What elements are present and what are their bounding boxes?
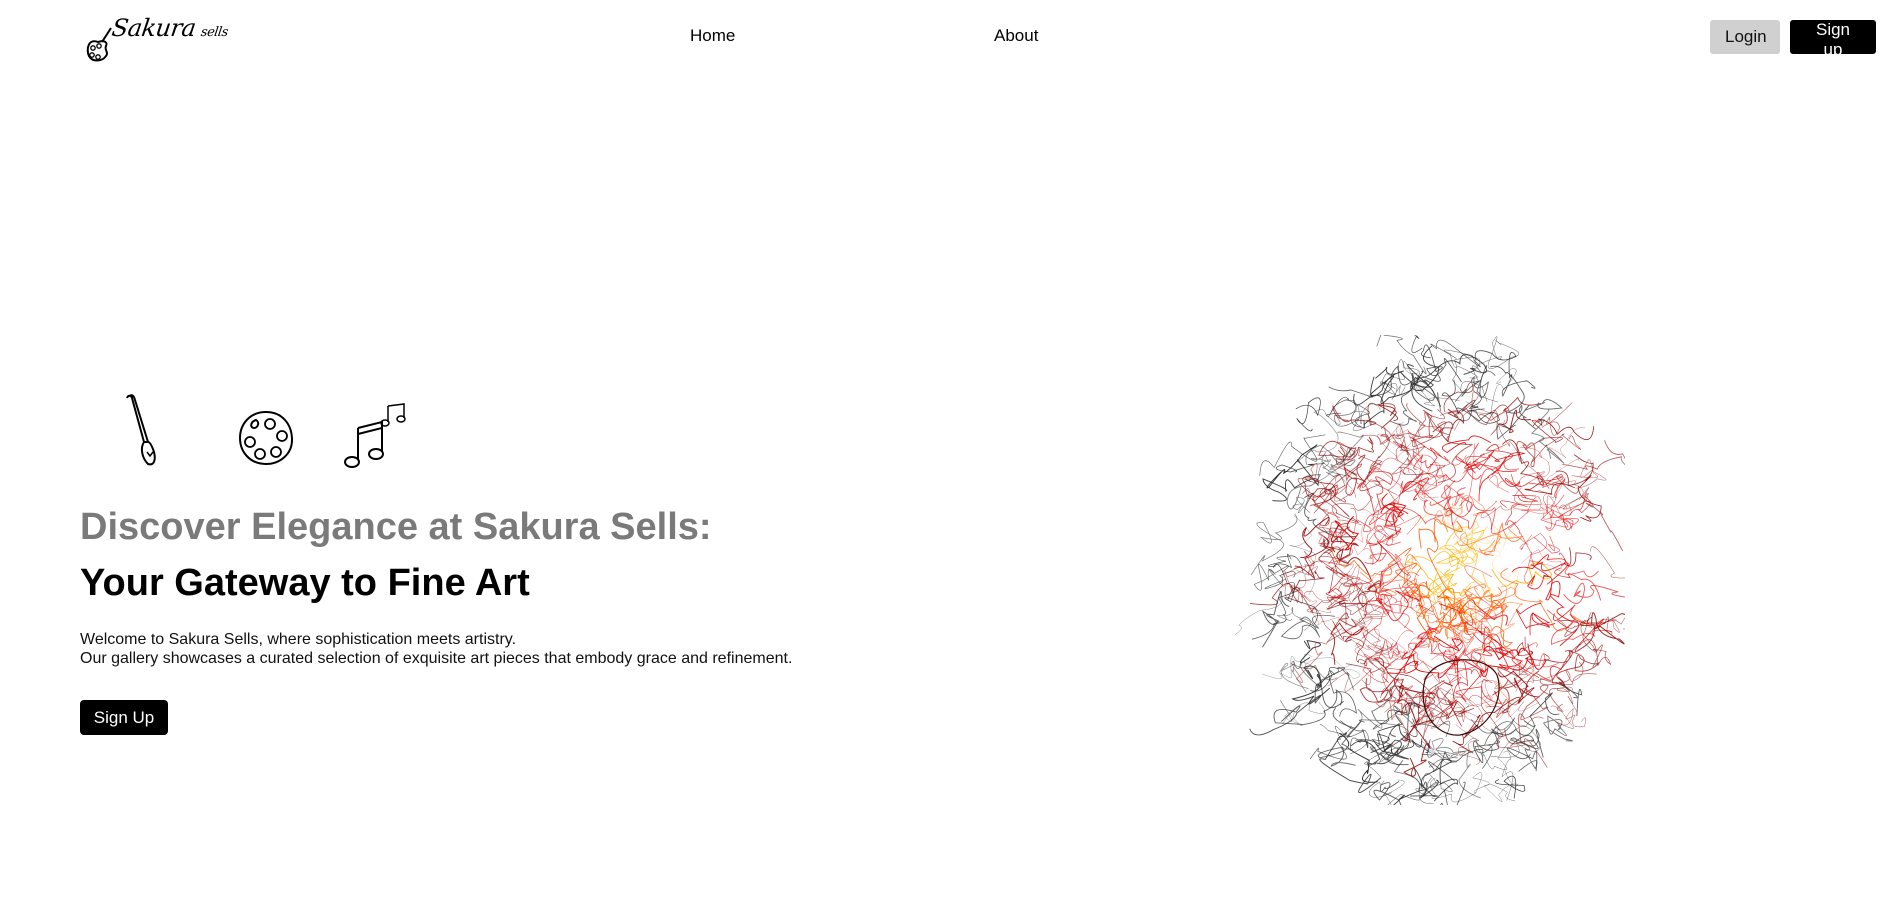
art-stroke	[1497, 670, 1540, 704]
hero-title-line1: Discover Elegance at Sakura Sells:	[80, 506, 712, 548]
art-stroke	[1574, 654, 1600, 672]
art-stroke	[1485, 593, 1508, 618]
music-notes-icon	[344, 403, 406, 468]
nav-about-link[interactable]: About	[994, 26, 1038, 46]
art-stroke	[1590, 546, 1625, 579]
art-stroke	[1369, 533, 1401, 562]
art-stroke	[1302, 476, 1350, 517]
login-button[interactable]: Login	[1710, 20, 1780, 54]
art-stroke	[1249, 683, 1344, 736]
art-stroke	[1393, 779, 1439, 805]
art-stroke	[1545, 494, 1579, 531]
art-stroke	[1406, 403, 1450, 436]
art-stroke	[1506, 747, 1538, 772]
art-stroke	[1235, 588, 1283, 636]
screaming-face-artwork	[1235, 335, 1625, 805]
art-stroke	[1527, 561, 1569, 590]
art-stroke	[1474, 350, 1536, 397]
paintbrush-icon	[126, 394, 156, 466]
art-stroke	[1578, 495, 1623, 552]
art-stroke	[1352, 403, 1381, 432]
art-stroke	[1562, 440, 1625, 470]
art-stroke	[1374, 625, 1399, 660]
art-stroke	[1578, 475, 1602, 522]
art-stroke	[1372, 496, 1421, 535]
art-stroke	[1451, 357, 1488, 402]
art-stroke	[1332, 620, 1367, 665]
art-stroke	[1279, 662, 1309, 689]
hero-signup-button[interactable]: Sign Up	[80, 700, 168, 735]
art-stroke	[1485, 443, 1520, 487]
hero-description-line1: Welcome to Sakura Sells, where sophistic…	[80, 631, 517, 648]
signup-button[interactable]: Sign up	[1790, 20, 1876, 59]
art-stroke	[1264, 571, 1296, 589]
art-stroke	[1543, 575, 1580, 646]
art-stroke	[1462, 737, 1518, 771]
art-stroke	[1293, 661, 1355, 691]
art-stroke	[1290, 585, 1348, 643]
art-stroke	[1485, 705, 1544, 728]
art-stroke	[1450, 749, 1481, 799]
art-stroke	[1347, 448, 1383, 475]
art-stroke	[1541, 402, 1573, 436]
art-stroke	[1559, 552, 1599, 578]
art-stroke	[1295, 397, 1321, 432]
art-stroke	[1501, 750, 1514, 801]
art-stroke	[1386, 630, 1415, 656]
art-stroke	[1494, 775, 1526, 799]
art-stroke	[1319, 732, 1382, 793]
page: Sakura sells Home About Login Sign up Di…	[0, 0, 1895, 911]
art-stroke	[1387, 777, 1453, 805]
art-stroke	[1420, 758, 1459, 802]
art-stroke	[1426, 455, 1467, 475]
art-stroke	[1299, 640, 1321, 664]
art-stroke	[1483, 522, 1524, 556]
art-stroke	[1415, 502, 1460, 531]
nav-home-link[interactable]: Home	[690, 26, 735, 46]
art-stroke	[1347, 708, 1411, 754]
brand-wordmark: Sakura sells	[110, 14, 229, 42]
art-stroke	[1547, 609, 1613, 645]
art-stroke	[1318, 552, 1349, 602]
art-stroke	[1519, 533, 1548, 566]
art-stroke	[1292, 488, 1310, 514]
palette-icon	[238, 410, 294, 466]
art-stroke	[1376, 335, 1427, 375]
header: Sakura sells Home About Login Sign up	[0, 0, 1895, 76]
art-stroke	[1550, 705, 1586, 729]
hero-description: Welcome to Sakura Sells, where sophistic…	[80, 630, 792, 668]
art-stroke	[1488, 471, 1545, 493]
art-stroke	[1563, 582, 1625, 604]
art-stroke	[1477, 670, 1540, 728]
art-stroke	[1374, 457, 1404, 540]
art-stroke	[1579, 639, 1612, 668]
art-stroke	[1457, 487, 1473, 513]
art-stroke	[1259, 434, 1326, 476]
art-stroke	[1429, 777, 1516, 803]
art-stroke	[1411, 335, 1423, 353]
art-stroke	[1564, 622, 1578, 637]
logo[interactable]: Sakura sells	[84, 10, 229, 62]
hero-icons	[120, 392, 420, 472]
art-stroke	[1502, 439, 1575, 495]
art-stroke	[1436, 555, 1475, 568]
art-stroke	[1267, 555, 1304, 574]
art-stroke	[1319, 724, 1352, 750]
art-stroke	[1407, 567, 1445, 634]
art-stroke	[1461, 404, 1510, 425]
hero-title-line2: Your Gateway to Fine Art	[80, 562, 530, 604]
art-stroke	[1530, 408, 1565, 464]
art-stroke	[1453, 495, 1488, 556]
palette-icon	[86, 27, 112, 62]
hero-description-line2: Our gallery showcases a curated selectio…	[80, 650, 793, 667]
art-stroke	[1277, 606, 1311, 631]
